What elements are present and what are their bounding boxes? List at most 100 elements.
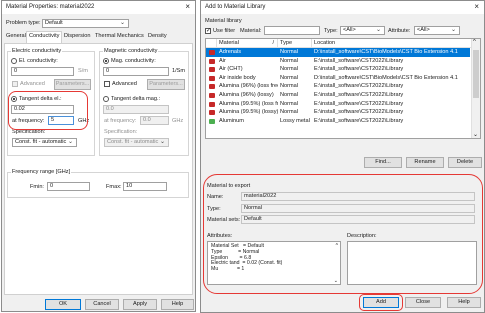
ok-button[interactable]: OK bbox=[45, 299, 81, 310]
tab-thermal[interactable]: Thermal bbox=[93, 32, 118, 43]
fmin-value: 0 bbox=[50, 183, 54, 189]
mag-parameters-button[interactable]: Parameters... bbox=[147, 79, 185, 90]
mag-frequency-unit: GHz bbox=[172, 118, 184, 124]
mag-specification-label: Specification: bbox=[104, 129, 138, 135]
scroll-down-icon[interactable]: ⌄ bbox=[473, 131, 478, 138]
location-cell: D:\install_software\CST\BioModels\CST Bi… bbox=[314, 74, 458, 81]
description-textarea[interactable] bbox=[347, 241, 477, 285]
help-button-right[interactable]: Help bbox=[447, 297, 481, 308]
attributes-scroll-down-icon[interactable]: ⌄ bbox=[334, 278, 338, 284]
material-cell: Air bbox=[219, 57, 226, 64]
filter-material-label: Material: bbox=[240, 28, 262, 34]
attributes-textarea[interactable]: Material Set = Default Type = Normal Eps… bbox=[207, 241, 341, 285]
el-frequency-input[interactable]: 5 bbox=[48, 116, 74, 125]
filter-attribute-label: Attribute: bbox=[388, 28, 411, 34]
close-button[interactable]: Close bbox=[405, 297, 441, 308]
scroll-up-icon[interactable]: ^ bbox=[473, 39, 476, 45]
problem-type-value: Default bbox=[45, 20, 63, 26]
col-material[interactable]: Material / bbox=[217, 39, 278, 48]
problem-type-label: Problem type: bbox=[6, 20, 41, 26]
export-type-field: Normal bbox=[241, 204, 475, 213]
left-close-icon[interactable]: × bbox=[185, 2, 190, 12]
tab-density[interactable]: Density bbox=[146, 32, 169, 43]
export-type-value: Normal bbox=[244, 205, 263, 211]
tab-mechanics[interactable]: Mechanics bbox=[115, 32, 146, 43]
attribute-line: Mu = 1 bbox=[211, 266, 245, 273]
tab-conductivity[interactable]: Conductivity bbox=[26, 31, 63, 43]
location-cell: E:\install_software\CST2022\Library bbox=[314, 92, 404, 98]
mag-frequency-input[interactable]: 0.0 bbox=[140, 116, 169, 125]
filter-material-input[interactable] bbox=[264, 26, 320, 35]
use-filter-checkbox[interactable]: ✓ bbox=[205, 28, 211, 34]
description-label: Description: bbox=[347, 233, 377, 239]
mag-specification-value: Const. fit - automatic bbox=[107, 139, 159, 145]
mag-conductivity-value: 0 bbox=[106, 68, 110, 74]
table-row[interactable]: Air inside body Normal D:\install_software… bbox=[206, 74, 470, 83]
problem-type-select[interactable]: Default ⌄ bbox=[42, 19, 129, 28]
tangent-delta-mag-input[interactable]: 0.0 bbox=[103, 105, 169, 114]
type-cell: Normal bbox=[280, 66, 299, 73]
fmin-label: Fmin: bbox=[30, 184, 44, 190]
tab-general[interactable]: General bbox=[4, 32, 28, 43]
rename-button[interactable]: Rename bbox=[406, 157, 444, 168]
el-conductivity-unit: S/m bbox=[78, 68, 88, 74]
table-row[interactable]: Air (CHT) Normal E:\install_software\CST20… bbox=[206, 65, 470, 74]
right-close-icon[interactable]: × bbox=[474, 2, 479, 12]
export-sets-value: Default bbox=[244, 216, 262, 222]
table-row[interactable]: Alumina (96%) (loss free) Normal E:\instal… bbox=[206, 82, 470, 91]
material-cell: Alumina (99.5%) (lossy) bbox=[219, 109, 278, 116]
tab-dispersion[interactable]: Dispersion bbox=[62, 32, 92, 43]
el-parameters-button[interactable]: Parameters... bbox=[54, 79, 91, 90]
table-row[interactable]: Alumina (99.5%) (lossy) Normal E:\install_… bbox=[206, 108, 470, 117]
fmin-input[interactable]: 0 bbox=[47, 182, 90, 191]
col-location[interactable]: Location bbox=[312, 39, 472, 48]
el-frequency-value: 5 bbox=[51, 117, 55, 123]
add-button[interactable]: Add bbox=[363, 297, 399, 308]
table-row[interactable]: Alumina (96%) (lossy) Normal E:\install_so… bbox=[206, 91, 470, 100]
el-specification-select[interactable]: Const. fit - automatic ⌄ bbox=[12, 138, 77, 147]
table-row[interactable]: Aluminum Lossy metal E:\install_software\C… bbox=[206, 117, 470, 126]
fmax-input[interactable]: 10 bbox=[123, 182, 167, 191]
col-type[interactable]: Type bbox=[278, 39, 312, 48]
col-icon bbox=[206, 39, 217, 48]
location-cell: D:\install_software\CST\BioModels\CST Bi… bbox=[314, 49, 458, 55]
col-material-label: Material bbox=[219, 40, 239, 46]
mag-advanced-checkbox[interactable] bbox=[104, 81, 110, 87]
chevron-down-icon: ⌄ bbox=[159, 139, 165, 145]
table-scrollbar[interactable]: ^ ⌄ bbox=[471, 39, 480, 138]
table-row[interactable]: Alumina (99.5%) (loss free)Normal E:\inst… bbox=[206, 100, 470, 109]
material-to-export-title: Material to export bbox=[207, 183, 251, 189]
type-cell: Normal bbox=[280, 49, 299, 55]
table-row[interactable]: Adrenals Normal D:\install_software\CST\Bi… bbox=[206, 48, 470, 57]
apply-button[interactable]: Apply bbox=[123, 299, 157, 310]
el-conductivity-input[interactable]: 0 bbox=[11, 67, 74, 76]
delete-button[interactable]: Delete bbox=[448, 157, 482, 168]
material-cell: Air (CHT) bbox=[219, 66, 243, 73]
mag-specification-select[interactable]: Const. fit - automatic ⌄ bbox=[104, 138, 169, 147]
scroll-thumb[interactable] bbox=[473, 50, 479, 98]
el-conductivity-radio[interactable] bbox=[11, 58, 17, 64]
add-to-material-library-dialog: Add to Material Library × Material libra… bbox=[200, 0, 485, 313]
mag-conductivity-radio[interactable] bbox=[103, 58, 109, 64]
mag-frequency-label: at frequency: bbox=[104, 118, 137, 124]
electric-group-title: Electric conductivity bbox=[11, 48, 63, 55]
material-color-icon bbox=[209, 110, 215, 116]
mag-conductivity-label: Mag. conductivity: bbox=[111, 58, 156, 64]
tangent-delta-el-radio[interactable] bbox=[11, 96, 17, 102]
export-name-label: Name: bbox=[207, 194, 224, 200]
mag-conductivity-input[interactable]: 0 bbox=[103, 67, 169, 76]
filter-type-label: Type: bbox=[324, 28, 338, 34]
table-row[interactable]: Air Normal E:\install_software\CST2022\Lib… bbox=[206, 57, 470, 66]
magnetic-group-title: Magnetic conductivity bbox=[103, 48, 159, 55]
tangent-delta-el-input[interactable]: 0.02 bbox=[11, 105, 74, 114]
cancel-button[interactable]: Cancel bbox=[85, 299, 119, 310]
attributes-label: Attributes: bbox=[207, 233, 233, 239]
filter-attribute-select[interactable]: <All> ⌄ bbox=[414, 26, 460, 35]
chevron-down-icon: ⌄ bbox=[375, 27, 381, 33]
filter-type-select[interactable]: <All> ⌄ bbox=[340, 26, 385, 35]
attributes-scroll-up-icon[interactable]: ^ bbox=[336, 243, 338, 249]
help-button[interactable]: Help bbox=[161, 299, 194, 310]
el-advanced-checkbox[interactable] bbox=[12, 81, 18, 87]
tangent-delta-mag-radio[interactable] bbox=[103, 96, 109, 102]
find-button[interactable]: Find... bbox=[364, 157, 402, 168]
